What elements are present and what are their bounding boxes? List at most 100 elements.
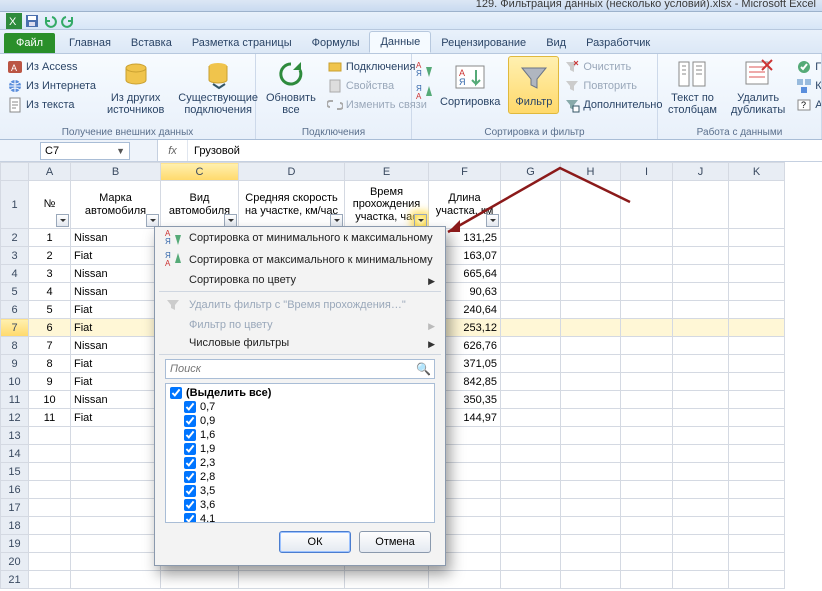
- cell-I21[interactable]: [621, 571, 673, 589]
- cell-G21[interactable]: [501, 571, 561, 589]
- cell-G12[interactable]: [501, 409, 561, 427]
- tab-developer[interactable]: Разработчик: [576, 33, 660, 53]
- cell-B13[interactable]: [71, 427, 161, 445]
- col-header-D[interactable]: D: [239, 163, 345, 181]
- cell-B2[interactable]: Nissan: [71, 229, 161, 247]
- cell-K15[interactable]: [729, 463, 785, 481]
- cell-G18[interactable]: [501, 517, 561, 535]
- cell-B9[interactable]: Fiat: [71, 355, 161, 373]
- cell-J13[interactable]: [673, 427, 729, 445]
- cell-I11[interactable]: [621, 391, 673, 409]
- cell-A17[interactable]: [29, 499, 71, 517]
- cell-J17[interactable]: [673, 499, 729, 517]
- filter-search[interactable]: 🔍: [165, 359, 435, 379]
- what-if-button[interactable]: ?Анал: [793, 96, 822, 114]
- cell-I9[interactable]: [621, 355, 673, 373]
- cell-B21[interactable]: [71, 571, 161, 589]
- filter-value-select-all[interactable]: (Выделить все): [170, 386, 434, 400]
- cell-H7[interactable]: [561, 319, 621, 337]
- row-header-5[interactable]: 5: [1, 283, 29, 301]
- cell-H15[interactable]: [561, 463, 621, 481]
- cell-B10[interactable]: Fiat: [71, 373, 161, 391]
- cell-G5[interactable]: [501, 283, 561, 301]
- cell-J11[interactable]: [673, 391, 729, 409]
- sort-desc-icon[interactable]: ЯА: [416, 85, 432, 101]
- cell-H21[interactable]: [561, 571, 621, 589]
- cell-J18[interactable]: [673, 517, 729, 535]
- redo-icon[interactable]: [60, 13, 76, 29]
- cell-A21[interactable]: [29, 571, 71, 589]
- cell-G10[interactable]: [501, 373, 561, 391]
- name-box[interactable]: C7 ▼: [40, 142, 130, 160]
- row-header-10[interactable]: 10: [1, 373, 29, 391]
- cell-G6[interactable]: [501, 301, 561, 319]
- cell-I15[interactable]: [621, 463, 673, 481]
- cell-H5[interactable]: [561, 283, 621, 301]
- from-other-sources-button[interactable]: Из других источников: [101, 56, 170, 118]
- remove-duplicates-button[interactable]: Удалить дубликаты: [725, 56, 791, 118]
- filter-value-item[interactable]: 4,1: [170, 512, 434, 523]
- cell-K5[interactable]: [729, 283, 785, 301]
- cell-H3[interactable]: [561, 247, 621, 265]
- sort-asc-item[interactable]: АЯ Сортировка от минимального к максимал…: [155, 227, 445, 249]
- data-validation-button[interactable]: Пров: [793, 58, 822, 76]
- tab-data[interactable]: Данные: [369, 31, 431, 53]
- cell-G19[interactable]: [501, 535, 561, 553]
- cell-A14[interactable]: [29, 445, 71, 463]
- cell-D21[interactable]: [239, 571, 345, 589]
- cell-J4[interactable]: [673, 265, 729, 283]
- cell-B11[interactable]: Nissan: [71, 391, 161, 409]
- row-header-6[interactable]: 6: [1, 301, 29, 319]
- cell-H10[interactable]: [561, 373, 621, 391]
- tab-page-layout[interactable]: Разметка страницы: [182, 33, 302, 53]
- cell-J10[interactable]: [673, 373, 729, 391]
- cell-H9[interactable]: [561, 355, 621, 373]
- chevron-down-icon[interactable]: ▼: [116, 146, 125, 156]
- cell-B6[interactable]: Fiat: [71, 301, 161, 319]
- cell-B17[interactable]: [71, 499, 161, 517]
- filter-value-item[interactable]: 1,9: [170, 442, 434, 456]
- cell-K12[interactable]: [729, 409, 785, 427]
- cell-I19[interactable]: [621, 535, 673, 553]
- cell-B5[interactable]: Nissan: [71, 283, 161, 301]
- cell-A10[interactable]: 9: [29, 373, 71, 391]
- cell-A7[interactable]: 6: [29, 319, 71, 337]
- cell-I12[interactable]: [621, 409, 673, 427]
- col-header-F[interactable]: F: [429, 163, 501, 181]
- cell-I16[interactable]: [621, 481, 673, 499]
- cell-K18[interactable]: [729, 517, 785, 535]
- tab-file[interactable]: Файл: [4, 33, 55, 53]
- cell-G15[interactable]: [501, 463, 561, 481]
- cell-G17[interactable]: [501, 499, 561, 517]
- cell-J21[interactable]: [673, 571, 729, 589]
- cell-H13[interactable]: [561, 427, 621, 445]
- cell-A15[interactable]: [29, 463, 71, 481]
- cell-H17[interactable]: [561, 499, 621, 517]
- consolidate-button[interactable]: Конс: [793, 77, 822, 95]
- sort-by-color-item[interactable]: Сортировка по цвету▶: [155, 271, 445, 289]
- cell-A6[interactable]: 5: [29, 301, 71, 319]
- cell-K13[interactable]: [729, 427, 785, 445]
- row-header-21[interactable]: 21: [1, 571, 29, 589]
- row-header-19[interactable]: 19: [1, 535, 29, 553]
- cell-B16[interactable]: [71, 481, 161, 499]
- cell-I7[interactable]: [621, 319, 673, 337]
- row-header-4[interactable]: 4: [1, 265, 29, 283]
- cell-A4[interactable]: 3: [29, 265, 71, 283]
- cell-C21[interactable]: [161, 571, 239, 589]
- cell-B15[interactable]: [71, 463, 161, 481]
- row-header-13[interactable]: 13: [1, 427, 29, 445]
- cell-E21[interactable]: [345, 571, 429, 589]
- cell-J5[interactable]: [673, 283, 729, 301]
- cell-H6[interactable]: [561, 301, 621, 319]
- row-header-14[interactable]: 14: [1, 445, 29, 463]
- cell-A11[interactable]: 10: [29, 391, 71, 409]
- cell-A9[interactable]: 8: [29, 355, 71, 373]
- cell-I8[interactable]: [621, 337, 673, 355]
- number-filters-item[interactable]: Числовые фильтры▶: [155, 334, 445, 352]
- cell-K8[interactable]: [729, 337, 785, 355]
- cell-J3[interactable]: [673, 247, 729, 265]
- col-header-H[interactable]: H: [561, 163, 621, 181]
- cell-J9[interactable]: [673, 355, 729, 373]
- row-header-15[interactable]: 15: [1, 463, 29, 481]
